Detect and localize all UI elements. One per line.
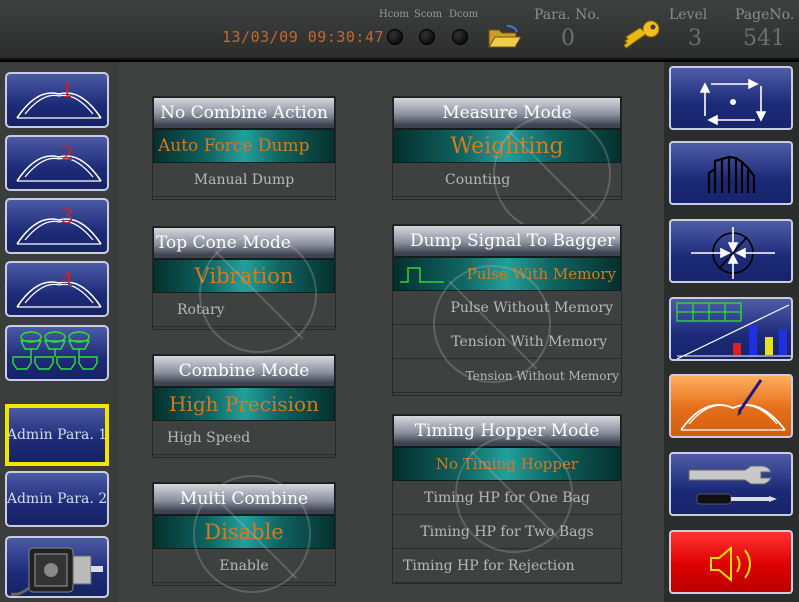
level-value: 3 [688,26,702,51]
multi-combine-title: Multi Combine [153,483,335,515]
hcom-indicator [387,29,403,45]
open-book-icon [16,92,102,119]
measure-mode-title: Measure Mode [393,97,621,129]
scom-indicator [419,29,435,45]
option-pulse-with-memory[interactable]: Pulse With Memory [393,257,621,291]
dcom-indicator [452,29,468,45]
cycle-arrows-icon [699,78,767,126]
wrench-screwdriver-icon [688,465,777,505]
book-pen-icon [680,379,786,431]
admin-para-1-button[interactable]: Admin Para. 1 [5,404,109,466]
stepper-motor-icon [10,547,103,596]
crosshair-icon [691,227,775,279]
book-1-button[interactable]: 1 [5,72,109,128]
measure-mode-group: Measure Mode Weighting Counting [392,96,622,233]
dcom-label: Dcom [449,9,479,20]
combine-mode-title: Combine Mode [153,355,335,387]
book-2-button[interactable]: 2 [5,135,109,191]
open-book-icon [16,218,102,245]
no-combine-action-group: No Combine Action Auto Force Dump Manual… [152,96,336,200]
combine-mode-group: Combine Mode High Precision High Speed [152,354,336,458]
top-cone-mode-title: Top Cone Mode [153,227,335,259]
statistics-chart-icon [676,302,791,359]
book-3-button[interactable]: 3 [5,198,109,254]
speaker-icon [710,545,751,583]
hand-button[interactable] [669,141,793,205]
option-weighting[interactable]: Weighting [393,129,621,163]
admin-para-2-label: Admin Para. 2 [6,491,108,507]
option-tension-with-memory[interactable]: Tension With Memory [393,325,621,359]
main-content: No Combine Action Auto Force Dump Manual… [118,62,664,602]
book-4-button[interactable]: 4 [5,261,109,317]
tools-button[interactable] [669,452,793,516]
hand-icon [707,155,756,193]
book-1-number: 1 [61,78,74,102]
admin-para-2-button[interactable]: Admin Para. 2 [5,471,109,527]
admin-para-1-label: Admin Para. 1 [6,427,108,443]
dump-signal-group: Dump Signal To Bagger Pulse With Memory … [392,224,622,396]
open-book-icon [16,281,102,308]
para-no-value: 0 [561,26,575,51]
left-nav: 1 2 3 4 Admin Para. 1 Admin Para. 2 [0,62,118,602]
option-enable[interactable]: Enable [153,549,335,583]
datetime: 13/03/09 09:30:47 [222,28,385,46]
page-no-value: 541 [743,26,785,51]
book-4-number: 4 [61,267,74,291]
option-auto-force-dump[interactable]: Auto Force Dump [153,129,335,163]
option-tension-without-memory[interactable]: Tension Without Memory [393,359,621,393]
option-vibration[interactable]: Vibration [153,259,335,293]
option-manual-dump[interactable]: Manual Dump [153,163,335,197]
key-icon[interactable] [620,18,662,52]
page-no-label: PageNo. [735,7,795,23]
open-folder-icon[interactable] [487,24,523,50]
multi-combine-group: Multi Combine Disable Enable [152,475,336,593]
top-cone-mode-group: Top Cone Mode Vibration Rotary [152,226,336,353]
option-high-speed[interactable]: High Speed [153,421,335,455]
status-bar: 13/03/09 09:30:47 Hcom Scom Dcom Para. N… [0,0,799,60]
right-nav [664,62,799,602]
option-pulse-without-memory[interactable]: Pulse Without Memory [393,291,621,325]
option-disable[interactable]: Disable [153,515,335,549]
option-pulse-with-memory-label: Pulse With Memory [466,265,616,283]
option-timing-hp-one-bag[interactable]: Timing HP for One Bag [393,481,621,515]
book-3-number: 3 [61,204,74,228]
option-rotary[interactable]: Rotary [153,293,335,327]
edit-records-button[interactable] [669,374,793,438]
timing-hopper-title: Timing Hopper Mode [393,415,621,447]
timing-hopper-group: Timing Hopper Mode No Timing Hopper Timi… [392,414,622,584]
level-label: Level [669,7,708,23]
hopper-layout-icon [12,331,98,370]
scom-label: Scom [414,9,442,20]
open-book-icon [16,155,102,182]
dump-signal-title: Dump Signal To Bagger [393,225,621,257]
hopper-layout-button[interactable] [5,325,109,381]
statistics-button[interactable] [669,297,793,361]
hcom-label: Hcom [379,9,409,20]
option-counting[interactable]: Counting [393,163,621,197]
option-no-timing-hopper[interactable]: No Timing Hopper [393,447,621,481]
pulse-signal-icon [400,267,444,283]
sound-button[interactable] [669,530,793,594]
motor-button[interactable] [5,536,109,598]
no-combine-action-title: No Combine Action [153,97,335,129]
book-2-number: 2 [61,141,74,165]
option-timing-hp-rejection[interactable]: Timing HP for Rejection [393,549,621,583]
option-high-precision[interactable]: High Precision [153,387,335,421]
para-no-label: Para. No. [534,7,600,23]
cycle-button[interactable] [669,66,793,130]
calibration-button[interactable] [669,219,793,283]
option-timing-hp-two-bags[interactable]: Timing HP for Two Bags [393,515,621,549]
